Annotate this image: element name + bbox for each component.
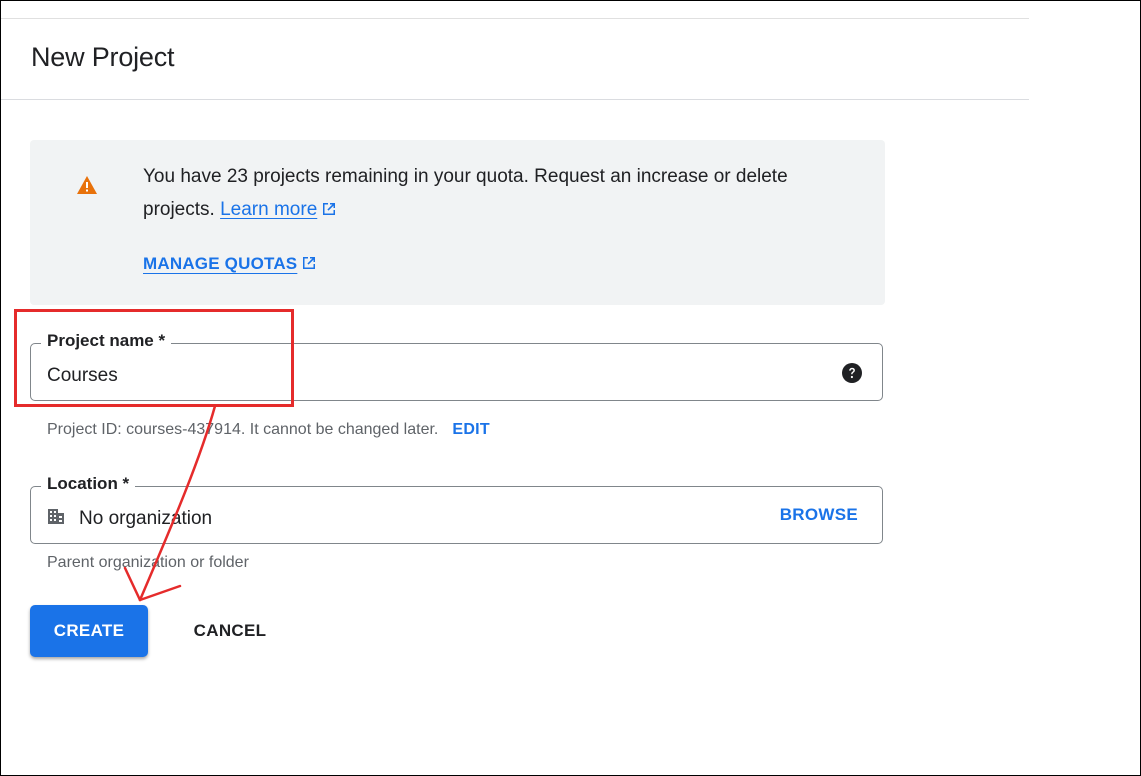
project-id-hint: Project ID: courses-437914. It cannot be…: [47, 421, 490, 439]
top-divider: [1, 18, 1029, 19]
quota-message-block: You have 23 projects remaining in your q…: [143, 160, 843, 226]
browse-button[interactable]: BROWSE: [780, 505, 858, 525]
warning-icon: [77, 176, 97, 194]
quota-notice: You have 23 projects remaining in your q…: [30, 140, 885, 305]
location-label: Location *: [41, 474, 136, 494]
organization-icon: [48, 509, 64, 524]
project-id-text: Project ID: courses-437914. It cannot be…: [47, 421, 439, 438]
open-in-new-icon: [303, 257, 316, 269]
cancel-button[interactable]: CANCEL: [175, 605, 285, 657]
annotation-highlight-box: [14, 309, 294, 407]
dialog-title: New Project: [31, 42, 175, 72]
learn-more-link[interactable]: Learn more: [220, 199, 317, 220]
open-in-new-icon: [323, 203, 336, 215]
header-divider: [1, 99, 1029, 100]
manage-quotas-link[interactable]: MANAGE QUOTAS: [143, 254, 317, 274]
manage-quotas-label: MANAGE QUOTAS: [143, 254, 298, 273]
location-field[interactable]: Location * No organization BROWSE: [30, 474, 883, 544]
help-icon[interactable]: [842, 363, 862, 383]
edit-project-id-button[interactable]: EDIT: [452, 421, 490, 438]
location-hint: Parent organization or folder: [47, 554, 249, 571]
create-button[interactable]: CREATE: [30, 605, 148, 657]
location-value: No organization: [79, 508, 213, 529]
learn-more-label: Learn more: [220, 199, 318, 220]
